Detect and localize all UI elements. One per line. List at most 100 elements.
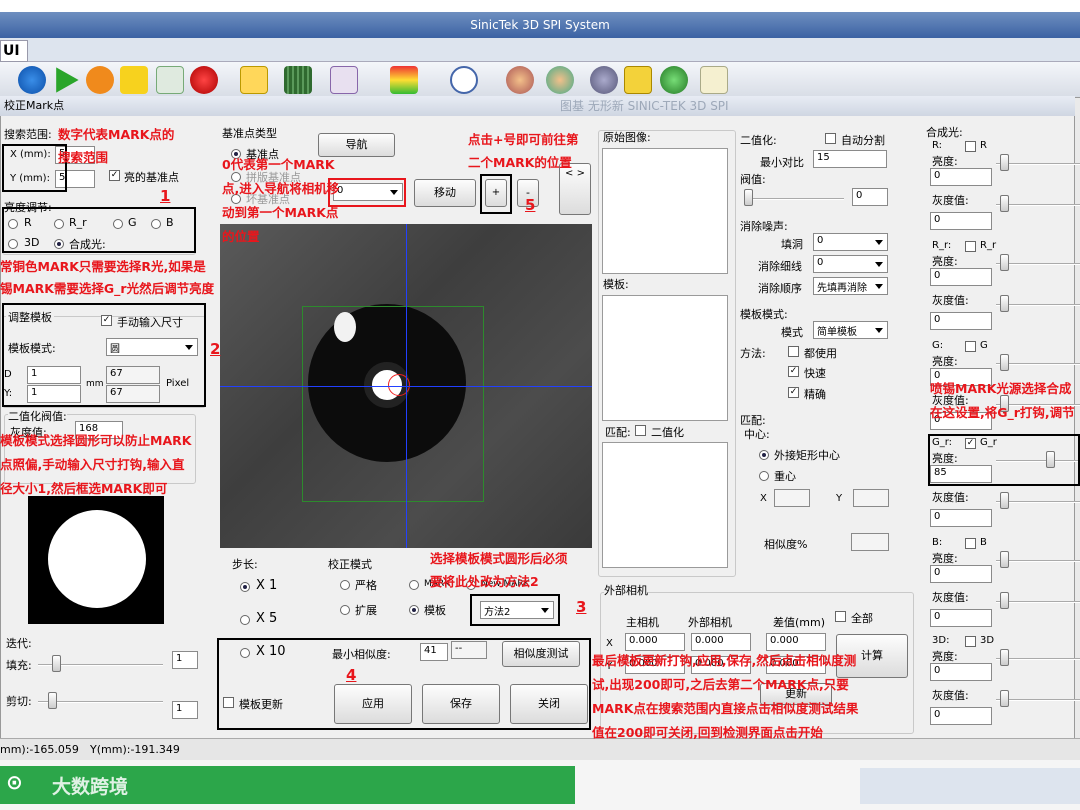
clock-icon[interactable] [450, 66, 478, 94]
users-icon[interactable] [506, 66, 534, 94]
match-x-label: X [760, 493, 767, 504]
return-icon[interactable] [120, 66, 148, 94]
radio-strict[interactable] [340, 580, 350, 590]
play-icon[interactable] [56, 67, 79, 93]
synth-gray-input[interactable]: 0 [930, 509, 992, 527]
threshold-input[interactable]: 0 [852, 188, 888, 206]
radio-mark[interactable] [409, 580, 419, 590]
synth-gray-slider[interactable] [1000, 592, 1009, 609]
synth-gray-input[interactable]: 0 [930, 312, 992, 330]
all-checkbox[interactable] [835, 611, 846, 622]
synth-brightness-input[interactable]: 0 [930, 168, 992, 186]
fill-input[interactable]: 1 [172, 651, 198, 669]
synth-brightness-slider[interactable] [1000, 154, 1009, 171]
similarity-value [851, 533, 889, 551]
synth-brightness-slider[interactable] [1000, 551, 1009, 568]
center-label: 中心: [744, 428, 770, 441]
synth-channel-checkbox[interactable] [965, 141, 976, 152]
note-bottom-1: 最后模板更新打钩,应用,保存,然后点击相似度测 [592, 653, 857, 668]
radio-step-1[interactable] [240, 582, 250, 592]
export-icon[interactable] [660, 66, 688, 94]
synth-channel-checkbox[interactable] [965, 341, 976, 352]
diff-x-input[interactable]: 0.000 [766, 633, 826, 651]
synth-gray-slider[interactable] [1000, 195, 1009, 212]
synth-channel-checkbox[interactable] [965, 538, 976, 549]
thin-line-select[interactable]: 0 [813, 255, 888, 273]
window-title: SinicTek 3D SPI System [0, 12, 1080, 38]
radio-centroid[interactable] [759, 471, 769, 481]
camera-view[interactable] [220, 224, 592, 548]
fill-hole-select[interactable]: 0 [813, 233, 888, 251]
annotation-box-template [2, 303, 206, 407]
menu-tab-ui[interactable]: UI [0, 40, 28, 62]
auto-segment-checkbox[interactable] [825, 133, 836, 144]
note-number-5: 5 [525, 196, 536, 214]
precise-checkbox[interactable]: ✓ [788, 387, 799, 398]
match-binarize-checkbox[interactable] [635, 425, 646, 436]
radio-rect-center[interactable] [759, 450, 769, 460]
crop-icon[interactable] [240, 66, 268, 94]
user-icon[interactable] [546, 66, 574, 94]
synth-gray-slider[interactable] [1000, 295, 1009, 312]
note-number-2: 2 [210, 340, 221, 358]
crosshair-v [406, 224, 407, 548]
cut-label: 剪切: [6, 695, 32, 708]
cut-input[interactable]: 1 [172, 701, 198, 719]
match-y-label: Y [836, 493, 843, 504]
parking-icon[interactable] [18, 66, 46, 94]
report-icon[interactable] [624, 66, 652, 94]
order-select[interactable]: 先填再消除 [813, 277, 888, 295]
synth-brightness-input[interactable]: 0 [930, 663, 992, 681]
synth-brightness-slider[interactable] [1000, 254, 1009, 271]
synth-channel-name: R_r [980, 240, 997, 251]
method-title: 方法: [740, 347, 766, 360]
bright-mark-checkbox[interactable]: ✓ [109, 170, 120, 181]
threshold-slider[interactable] [744, 189, 753, 206]
synth-gray-slider[interactable] [1000, 690, 1009, 707]
barcode-icon[interactable] [284, 66, 312, 94]
synth-brightness-slider[interactable] [1000, 354, 1009, 371]
color-palette-icon[interactable] [390, 66, 418, 94]
synth-gray-input[interactable]: 0 [930, 212, 992, 230]
synth-gray-slider[interactable] [1000, 492, 1009, 509]
synth-gray-input[interactable]: 0 [930, 609, 992, 627]
tmode-mode-label: 模式 [781, 326, 803, 339]
ext-x-input[interactable]: 0.000 [691, 633, 751, 651]
refresh-icon[interactable] [156, 66, 184, 94]
synth-channel-name: B [980, 537, 987, 548]
main-x-input[interactable]: 0.000 [625, 633, 685, 651]
fill-slider[interactable] [52, 655, 61, 672]
cut-slider[interactable] [48, 692, 57, 709]
synth-channel-checkbox[interactable] [965, 636, 976, 647]
synth-gray-input[interactable]: 0 [930, 707, 992, 725]
tools-icon[interactable] [700, 66, 728, 94]
radio-template[interactable] [409, 605, 419, 615]
move-button[interactable]: 移动 [414, 179, 476, 207]
tmode-select[interactable]: 简单模板 [813, 321, 888, 339]
annotation-box-plus [480, 174, 512, 214]
synth-gray-label: 灰度值: [932, 194, 969, 207]
watermark-logo-icon: ⊙ [6, 770, 23, 794]
synth-brightness-input[interactable]: 0 [930, 565, 992, 583]
synth-title: 合成光: [926, 126, 963, 139]
radio-extend[interactable] [340, 605, 350, 615]
wave-icon[interactable] [330, 66, 358, 94]
stop-icon[interactable] [190, 66, 218, 94]
extend-label: 扩展 [355, 604, 377, 617]
synth-brightness-input[interactable]: 0 [930, 268, 992, 286]
use-all-checkbox[interactable] [788, 346, 799, 357]
fast-checkbox[interactable]: ✓ [788, 366, 799, 377]
template-preview [28, 496, 164, 624]
forward-icon[interactable] [86, 66, 114, 94]
match-image-box [602, 442, 728, 568]
fast-label: 快速 [804, 367, 826, 380]
synth-channel-checkbox[interactable] [965, 241, 976, 252]
radio-step-5[interactable] [240, 615, 250, 625]
step-5-label: X 5 [256, 611, 278, 626]
min-contrast-input[interactable]: 15 [813, 150, 887, 168]
note-nav-1: 0代表第一个MARK [222, 157, 335, 172]
synth-brightness-slider[interactable] [1000, 649, 1009, 666]
note-nav-2: 点,进入导航将相机移 [222, 181, 340, 196]
gears-icon[interactable] [590, 66, 618, 94]
note-brightness-1: 常铜色MARK只需要选择R光,如果是 [0, 259, 206, 274]
